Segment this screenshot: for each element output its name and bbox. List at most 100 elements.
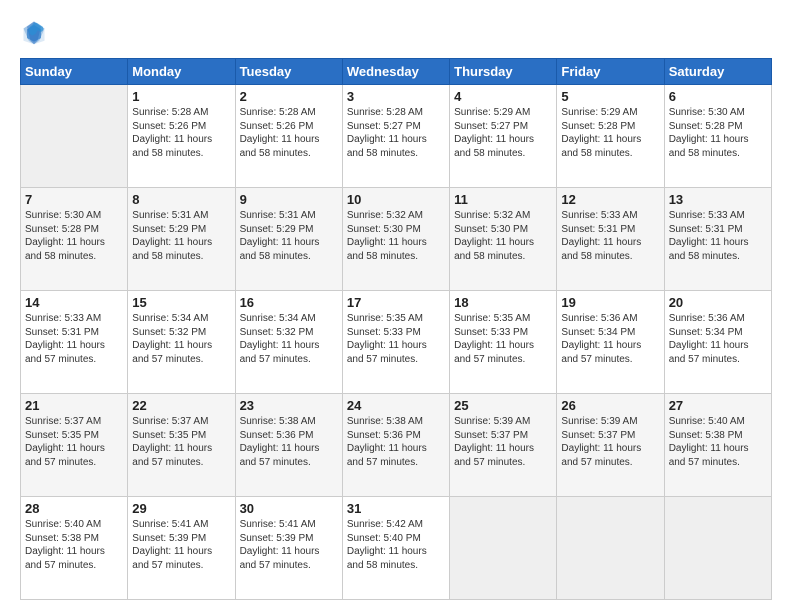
calendar-day-header: Saturday xyxy=(664,59,771,85)
day-number: 31 xyxy=(347,501,445,516)
day-info: Sunrise: 5:40 AM Sunset: 5:38 PM Dayligh… xyxy=(25,518,123,572)
calendar-cell: 19 Sunrise: 5:36 AM Sunset: 5:34 PM Dayli… xyxy=(557,291,664,394)
calendar-cell xyxy=(450,497,557,600)
day-number: 2 xyxy=(240,89,338,104)
calendar-cell: 2 Sunrise: 5:28 AM Sunset: 5:26 PM Daylig… xyxy=(235,85,342,188)
calendar-week-row: 21Sunrise: 5:37 AM Sunset: 5:35 PM Dayli… xyxy=(21,394,772,497)
calendar-cell xyxy=(664,497,771,600)
day-info: Sunrise: 5:28 AM Sunset: 5:27 PM Dayligh… xyxy=(347,106,445,160)
day-number: 27 xyxy=(669,398,767,413)
calendar-header-row: SundayMondayTuesdayWednesdayThursdayFrid… xyxy=(21,59,772,85)
day-info: Sunrise: 5:28 AM Sunset: 5:26 PM Dayligh… xyxy=(132,106,230,160)
day-info: Sunrise: 5:34 AM Sunset: 5:32 PM Dayligh… xyxy=(240,312,338,366)
day-number: 6 xyxy=(669,89,767,104)
calendar-cell: 26 Sunrise: 5:39 AM Sunset: 5:37 PM Dayli… xyxy=(557,394,664,497)
logo-icon xyxy=(20,18,48,46)
day-number: 4 xyxy=(454,89,552,104)
day-info: Sunrise: 5:36 AM Sunset: 5:34 PM Dayligh… xyxy=(561,312,659,366)
day-number: 7 xyxy=(25,192,123,207)
calendar-week-row: 1 Sunrise: 5:28 AM Sunset: 5:26 PM Daylig… xyxy=(21,85,772,188)
day-number: 25 xyxy=(454,398,552,413)
calendar-cell: 16 Sunrise: 5:34 AM Sunset: 5:32 PM Dayli… xyxy=(235,291,342,394)
calendar-cell: 6 Sunrise: 5:30 AM Sunset: 5:28 PM Daylig… xyxy=(664,85,771,188)
calendar-cell: 14Sunrise: 5:33 AM Sunset: 5:31 PM Dayli… xyxy=(21,291,128,394)
calendar-cell: 13Sunrise: 5:33 AM Sunset: 5:31 PM Dayli… xyxy=(664,188,771,291)
day-info: Sunrise: 5:40 AM Sunset: 5:38 PM Dayligh… xyxy=(669,415,767,469)
calendar-week-row: 7 Sunrise: 5:30 AM Sunset: 5:28 PM Daylig… xyxy=(21,188,772,291)
page: SundayMondayTuesdayWednesdayThursdayFrid… xyxy=(0,0,792,612)
calendar-cell: 24 Sunrise: 5:38 AM Sunset: 5:36 PM Dayli… xyxy=(342,394,449,497)
calendar-day-header: Sunday xyxy=(21,59,128,85)
day-info: Sunrise: 5:33 AM Sunset: 5:31 PM Dayligh… xyxy=(25,312,123,366)
calendar-day-header: Thursday xyxy=(450,59,557,85)
day-number: 8 xyxy=(132,192,230,207)
day-number: 1 xyxy=(132,89,230,104)
calendar-cell: 12 Sunrise: 5:33 AM Sunset: 5:31 PM Dayli… xyxy=(557,188,664,291)
day-info: Sunrise: 5:29 AM Sunset: 5:27 PM Dayligh… xyxy=(454,106,552,160)
day-number: 20 xyxy=(669,295,767,310)
calendar-cell: 29 Sunrise: 5:41 AM Sunset: 5:39 PM Dayli… xyxy=(128,497,235,600)
day-info: Sunrise: 5:35 AM Sunset: 5:33 PM Dayligh… xyxy=(454,312,552,366)
calendar-cell: 1 Sunrise: 5:28 AM Sunset: 5:26 PM Daylig… xyxy=(128,85,235,188)
calendar-cell: 5 Sunrise: 5:29 AM Sunset: 5:28 PM Daylig… xyxy=(557,85,664,188)
day-number: 24 xyxy=(347,398,445,413)
calendar-cell: 23 Sunrise: 5:38 AM Sunset: 5:36 PM Dayli… xyxy=(235,394,342,497)
calendar-cell: 7 Sunrise: 5:30 AM Sunset: 5:28 PM Daylig… xyxy=(21,188,128,291)
day-number: 3 xyxy=(347,89,445,104)
calendar-cell: 9Sunrise: 5:31 AM Sunset: 5:29 PM Daylig… xyxy=(235,188,342,291)
calendar-cell: 28 Sunrise: 5:40 AM Sunset: 5:38 PM Dayli… xyxy=(21,497,128,600)
day-info: Sunrise: 5:32 AM Sunset: 5:30 PM Dayligh… xyxy=(347,209,445,263)
day-info: Sunrise: 5:29 AM Sunset: 5:28 PM Dayligh… xyxy=(561,106,659,160)
day-info: Sunrise: 5:33 AM Sunset: 5:31 PM Dayligh… xyxy=(561,209,659,263)
calendar-cell: 18 Sunrise: 5:35 AM Sunset: 5:33 PM Dayli… xyxy=(450,291,557,394)
calendar-cell xyxy=(557,497,664,600)
day-number: 18 xyxy=(454,295,552,310)
calendar-day-header: Wednesday xyxy=(342,59,449,85)
day-info: Sunrise: 5:39 AM Sunset: 5:37 PM Dayligh… xyxy=(561,415,659,469)
day-info: Sunrise: 5:41 AM Sunset: 5:39 PM Dayligh… xyxy=(132,518,230,572)
calendar-week-row: 28 Sunrise: 5:40 AM Sunset: 5:38 PM Dayli… xyxy=(21,497,772,600)
calendar-cell: 4 Sunrise: 5:29 AM Sunset: 5:27 PM Daylig… xyxy=(450,85,557,188)
day-info: Sunrise: 5:39 AM Sunset: 5:37 PM Dayligh… xyxy=(454,415,552,469)
day-number: 29 xyxy=(132,501,230,516)
day-info: Sunrise: 5:32 AM Sunset: 5:30 PM Dayligh… xyxy=(454,209,552,263)
day-info: Sunrise: 5:30 AM Sunset: 5:28 PM Dayligh… xyxy=(669,106,767,160)
calendar-cell: 30 Sunrise: 5:41 AM Sunset: 5:39 PM Dayli… xyxy=(235,497,342,600)
calendar-cell: 3 Sunrise: 5:28 AM Sunset: 5:27 PM Daylig… xyxy=(342,85,449,188)
day-number: 30 xyxy=(240,501,338,516)
day-number: 22 xyxy=(132,398,230,413)
header xyxy=(20,18,772,46)
day-info: Sunrise: 5:31 AM Sunset: 5:29 PM Dayligh… xyxy=(132,209,230,263)
calendar-day-header: Tuesday xyxy=(235,59,342,85)
day-number: 19 xyxy=(561,295,659,310)
calendar-cell: 22 Sunrise: 5:37 AM Sunset: 5:35 PM Dayli… xyxy=(128,394,235,497)
day-number: 26 xyxy=(561,398,659,413)
calendar-cell: 21Sunrise: 5:37 AM Sunset: 5:35 PM Dayli… xyxy=(21,394,128,497)
calendar-cell: 10Sunrise: 5:32 AM Sunset: 5:30 PM Dayli… xyxy=(342,188,449,291)
logo xyxy=(20,18,52,46)
calendar-cell: 8 Sunrise: 5:31 AM Sunset: 5:29 PM Daylig… xyxy=(128,188,235,291)
calendar-day-header: Monday xyxy=(128,59,235,85)
calendar-table: SundayMondayTuesdayWednesdayThursdayFrid… xyxy=(20,58,772,600)
day-info: Sunrise: 5:33 AM Sunset: 5:31 PM Dayligh… xyxy=(669,209,767,263)
day-info: Sunrise: 5:36 AM Sunset: 5:34 PM Dayligh… xyxy=(669,312,767,366)
day-info: Sunrise: 5:41 AM Sunset: 5:39 PM Dayligh… xyxy=(240,518,338,572)
day-info: Sunrise: 5:35 AM Sunset: 5:33 PM Dayligh… xyxy=(347,312,445,366)
day-info: Sunrise: 5:28 AM Sunset: 5:26 PM Dayligh… xyxy=(240,106,338,160)
calendar-cell: 31Sunrise: 5:42 AM Sunset: 5:40 PM Dayli… xyxy=(342,497,449,600)
day-info: Sunrise: 5:37 AM Sunset: 5:35 PM Dayligh… xyxy=(25,415,123,469)
calendar-cell: 27 Sunrise: 5:40 AM Sunset: 5:38 PM Dayli… xyxy=(664,394,771,497)
calendar-cell: 11 Sunrise: 5:32 AM Sunset: 5:30 PM Dayli… xyxy=(450,188,557,291)
day-info: Sunrise: 5:38 AM Sunset: 5:36 PM Dayligh… xyxy=(240,415,338,469)
day-number: 9 xyxy=(240,192,338,207)
day-info: Sunrise: 5:37 AM Sunset: 5:35 PM Dayligh… xyxy=(132,415,230,469)
day-info: Sunrise: 5:34 AM Sunset: 5:32 PM Dayligh… xyxy=(132,312,230,366)
day-info: Sunrise: 5:38 AM Sunset: 5:36 PM Dayligh… xyxy=(347,415,445,469)
day-number: 28 xyxy=(25,501,123,516)
day-number: 23 xyxy=(240,398,338,413)
day-info: Sunrise: 5:30 AM Sunset: 5:28 PM Dayligh… xyxy=(25,209,123,263)
day-number: 5 xyxy=(561,89,659,104)
day-number: 11 xyxy=(454,192,552,207)
day-number: 16 xyxy=(240,295,338,310)
day-number: 12 xyxy=(561,192,659,207)
